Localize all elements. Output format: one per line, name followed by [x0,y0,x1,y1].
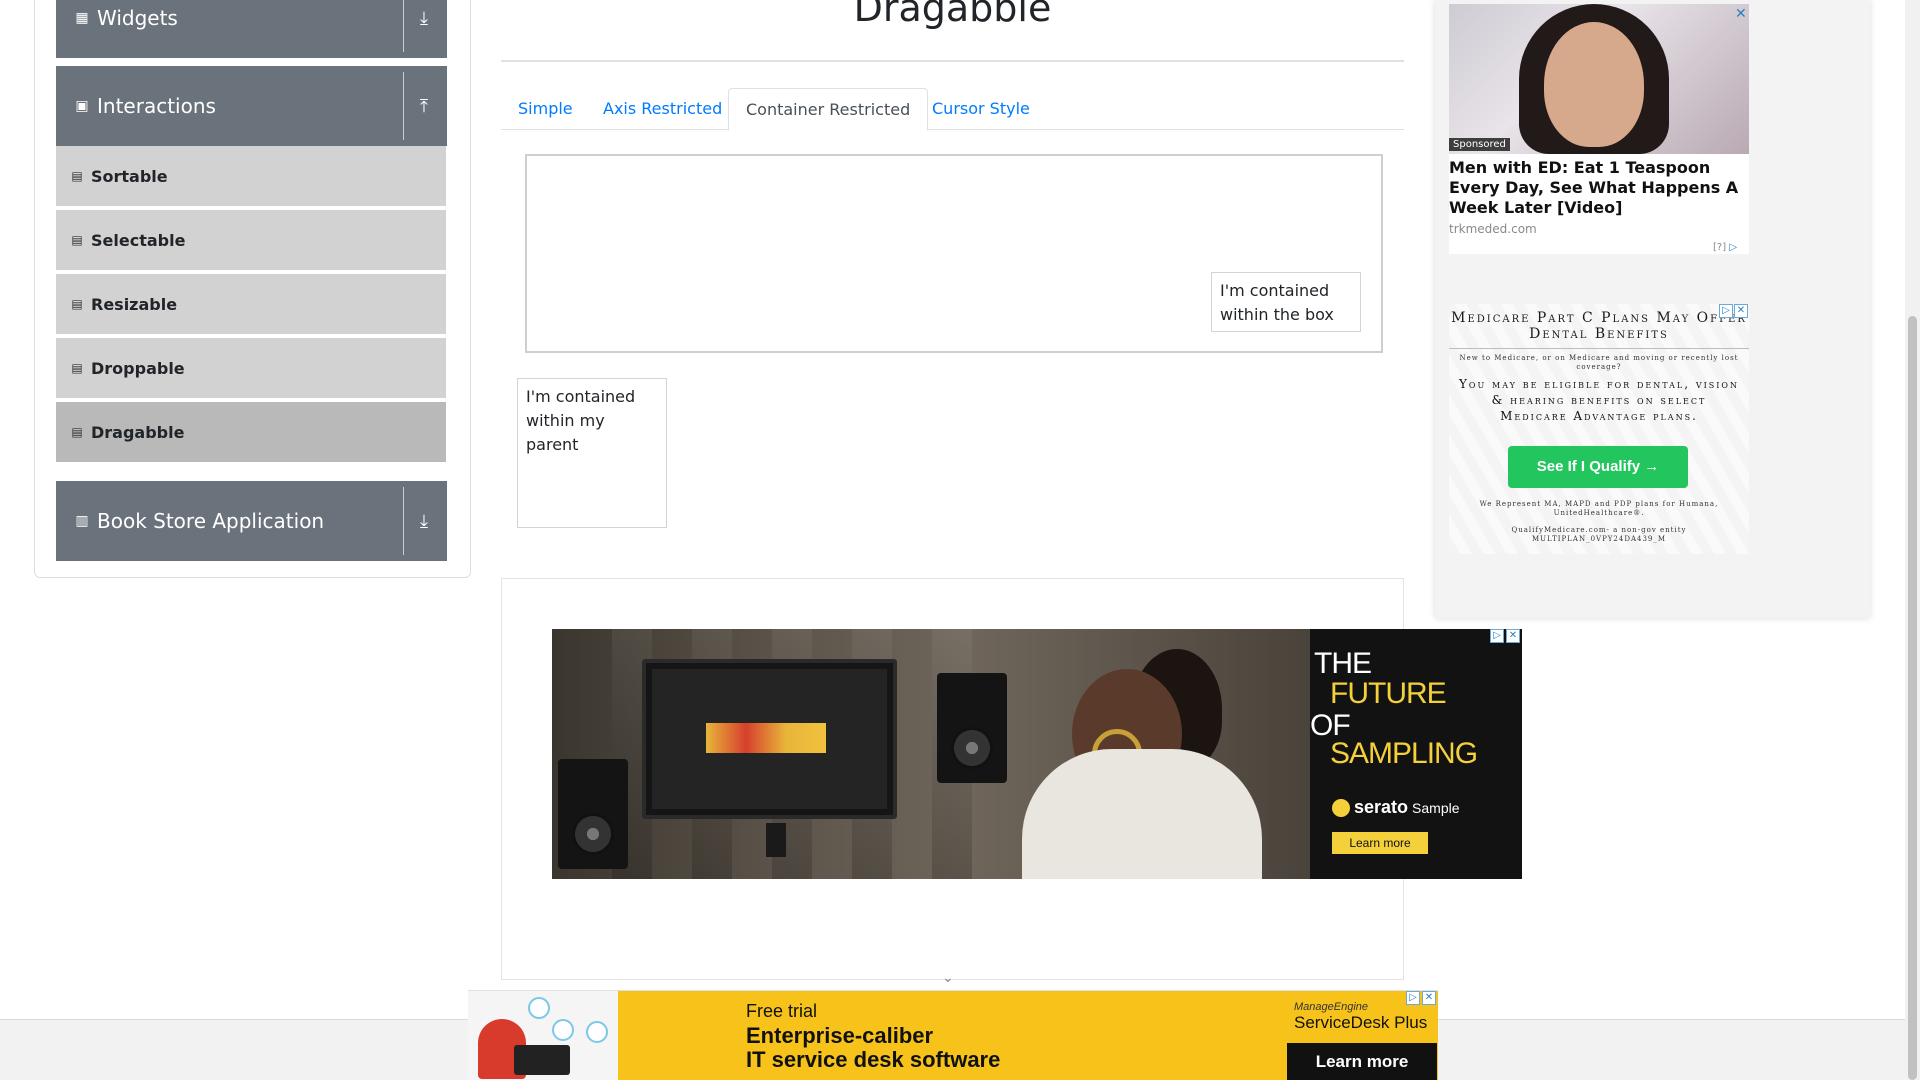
medicare-ad[interactable]: Medicare Part C Plans May Offer Dental B… [1449,304,1749,554]
adchoices-icon[interactable]: ▷ [1719,304,1733,318]
ad-line: IT service desk software [746,1047,1001,1072]
sidebar-item-selectable[interactable]: ▤ Selectable [56,210,446,272]
sidebar-item-label: Dragabble [91,422,185,442]
group-title: Book Store Application [97,509,325,533]
tab-axis-restricted[interactable]: Axis Restricted [586,88,739,130]
close-icon[interactable]: ✕ [1734,304,1748,318]
ad-line: Free trial [746,1001,818,1021]
see-if-i-qualify-button[interactable]: See If I Qualify → [1508,446,1688,488]
file-icon: ▤ [71,233,83,247]
page: ▦ Widgets ⤓ ▣ Interactions ⤒ ▤ Sortable … [0,0,1920,1080]
sidebar-item-dragabble[interactable]: ▤ Dragabble [56,402,446,464]
file-icon: ▤ [71,169,83,183]
tab-bar: Simple Axis Restricted Container Restric… [501,88,1404,131]
ad-photo [1449,4,1749,154]
tab-simple[interactable]: Simple [501,88,590,130]
serato-ad-copy: THE FUTURE OF SAMPLING serato Sample Lea… [1310,629,1522,879]
sidebar-item-droppable[interactable]: ▤ Droppable [56,338,446,400]
tab-cursor-style[interactable]: Cursor Style [915,88,1047,130]
title-divider [501,60,1404,62]
ad-divider [1449,348,1749,349]
ad-learn-more-button[interactable]: Learn more [1332,832,1428,854]
ad-help-link[interactable]: [?] ▷ [1713,242,1737,253]
ad-line: FUTURE [1330,677,1447,710]
close-icon[interactable]: ✕ [1506,629,1520,643]
tab-container-restricted[interactable]: Container Restricted [728,88,929,131]
ad-fine-print: We Represent MA, MAPD and PDP plans for … [1479,500,1719,517]
group-header-book-store[interactable]: ▥ Book Store Application ⤓ [56,481,447,561]
close-icon[interactable]: ✕ [1735,6,1747,22]
scrollbar-thumb[interactable] [1908,316,1917,1080]
ad-product: Sample [1412,799,1460,816]
serato-logo: serato Sample [1332,797,1460,818]
servicedesk-ad-banner[interactable]: Free trial Enterprise-caliber IT service… [468,990,1438,1080]
download-icon[interactable]: ⤓ [409,481,439,561]
group-title: Widgets [97,6,178,30]
sidebar-item-sortable[interactable]: ▤ Sortable [56,146,446,208]
group-header-widgets[interactable]: ▦ Widgets ⤓ [56,0,447,58]
draggable-parent-contained[interactable]: I'm contained within my parent [517,378,667,528]
ad-learn-more-button[interactable]: Learn more [1287,1043,1437,1080]
group-title: Interactions [97,94,216,118]
ad-fine-print: QualifyMedicare.com- a non-gov entity MU… [1511,526,1687,543]
ad-illustration [468,991,618,1080]
sponsored-ad[interactable]: Sponsored Men with ED: Eat 1 Teaspoon Ev… [1449,4,1749,254]
file-icon: ▤ [71,361,83,375]
toggle-separator [403,487,404,555]
download-icon[interactable]: ⤓ [409,0,439,58]
toggle-separator [403,72,404,140]
chevron-down-icon[interactable]: ⌄ [942,970,954,986]
group-header-interactions[interactable]: ▣ Interactions ⤒ [56,66,447,146]
ad-headline[interactable]: Men with ED: Eat 1 Teaspoon Every Day, S… [1449,158,1749,218]
file-icon: ▤ [71,297,83,311]
upload-icon[interactable]: ⤒ [409,66,439,146]
sponsored-badge: Sponsored [1449,138,1510,151]
toggle-separator [403,0,404,52]
sidebar-item-resizable[interactable]: ▤ Resizable [56,274,446,336]
file-icon: ▤ [71,425,83,439]
ad-help-label: [?] [1713,242,1727,253]
ad-image-studio [552,629,1310,879]
books-icon: ▥ [75,513,89,529]
adchoices-icon[interactable]: ▷ [1406,991,1420,1005]
ad-heading: Medicare Part C Plans May Offer Dental B… [1451,310,1747,342]
sidebar-item-label: Droppable [91,358,185,378]
serato-logo-icon [1332,798,1350,817]
sidebar-item-label: Resizable [91,294,178,314]
close-icon[interactable]: ✕ [1422,991,1436,1005]
sidebar-item-label: Selectable [91,230,186,250]
ad-domain: trkmeded.com [1449,222,1537,236]
widgets-icon: ▦ [75,10,89,26]
page-title: Dragabble [853,0,1052,30]
ad-brand: serato [1354,797,1409,817]
monitor-illustration [642,659,897,857]
draggable-box-contained[interactable]: I'm contained within the box [1211,272,1361,332]
ad-line: Enterprise-caliber [746,1023,934,1048]
interactions-icon: ▣ [75,98,89,114]
sidebar-item-label: Sortable [91,166,168,186]
ad-line: SAMPLING [1330,737,1478,770]
ad-body: You may be eligible for dental, vision &… [1459,377,1739,423]
adchoices-icon[interactable]: ▷ [1490,629,1504,643]
ad-subheading: New to Medicare, or on Medicare and movi… [1459,354,1739,371]
ad-line: THE [1314,647,1372,680]
ad-brand: ManageEngine [1294,1001,1369,1013]
ad-product: ServiceDesk Plus [1294,1013,1428,1032]
serato-ad-banner[interactable]: THE FUTURE OF SAMPLING serato Sample Lea… [552,629,1522,879]
adchoices-icon: ▷ [1729,242,1738,253]
